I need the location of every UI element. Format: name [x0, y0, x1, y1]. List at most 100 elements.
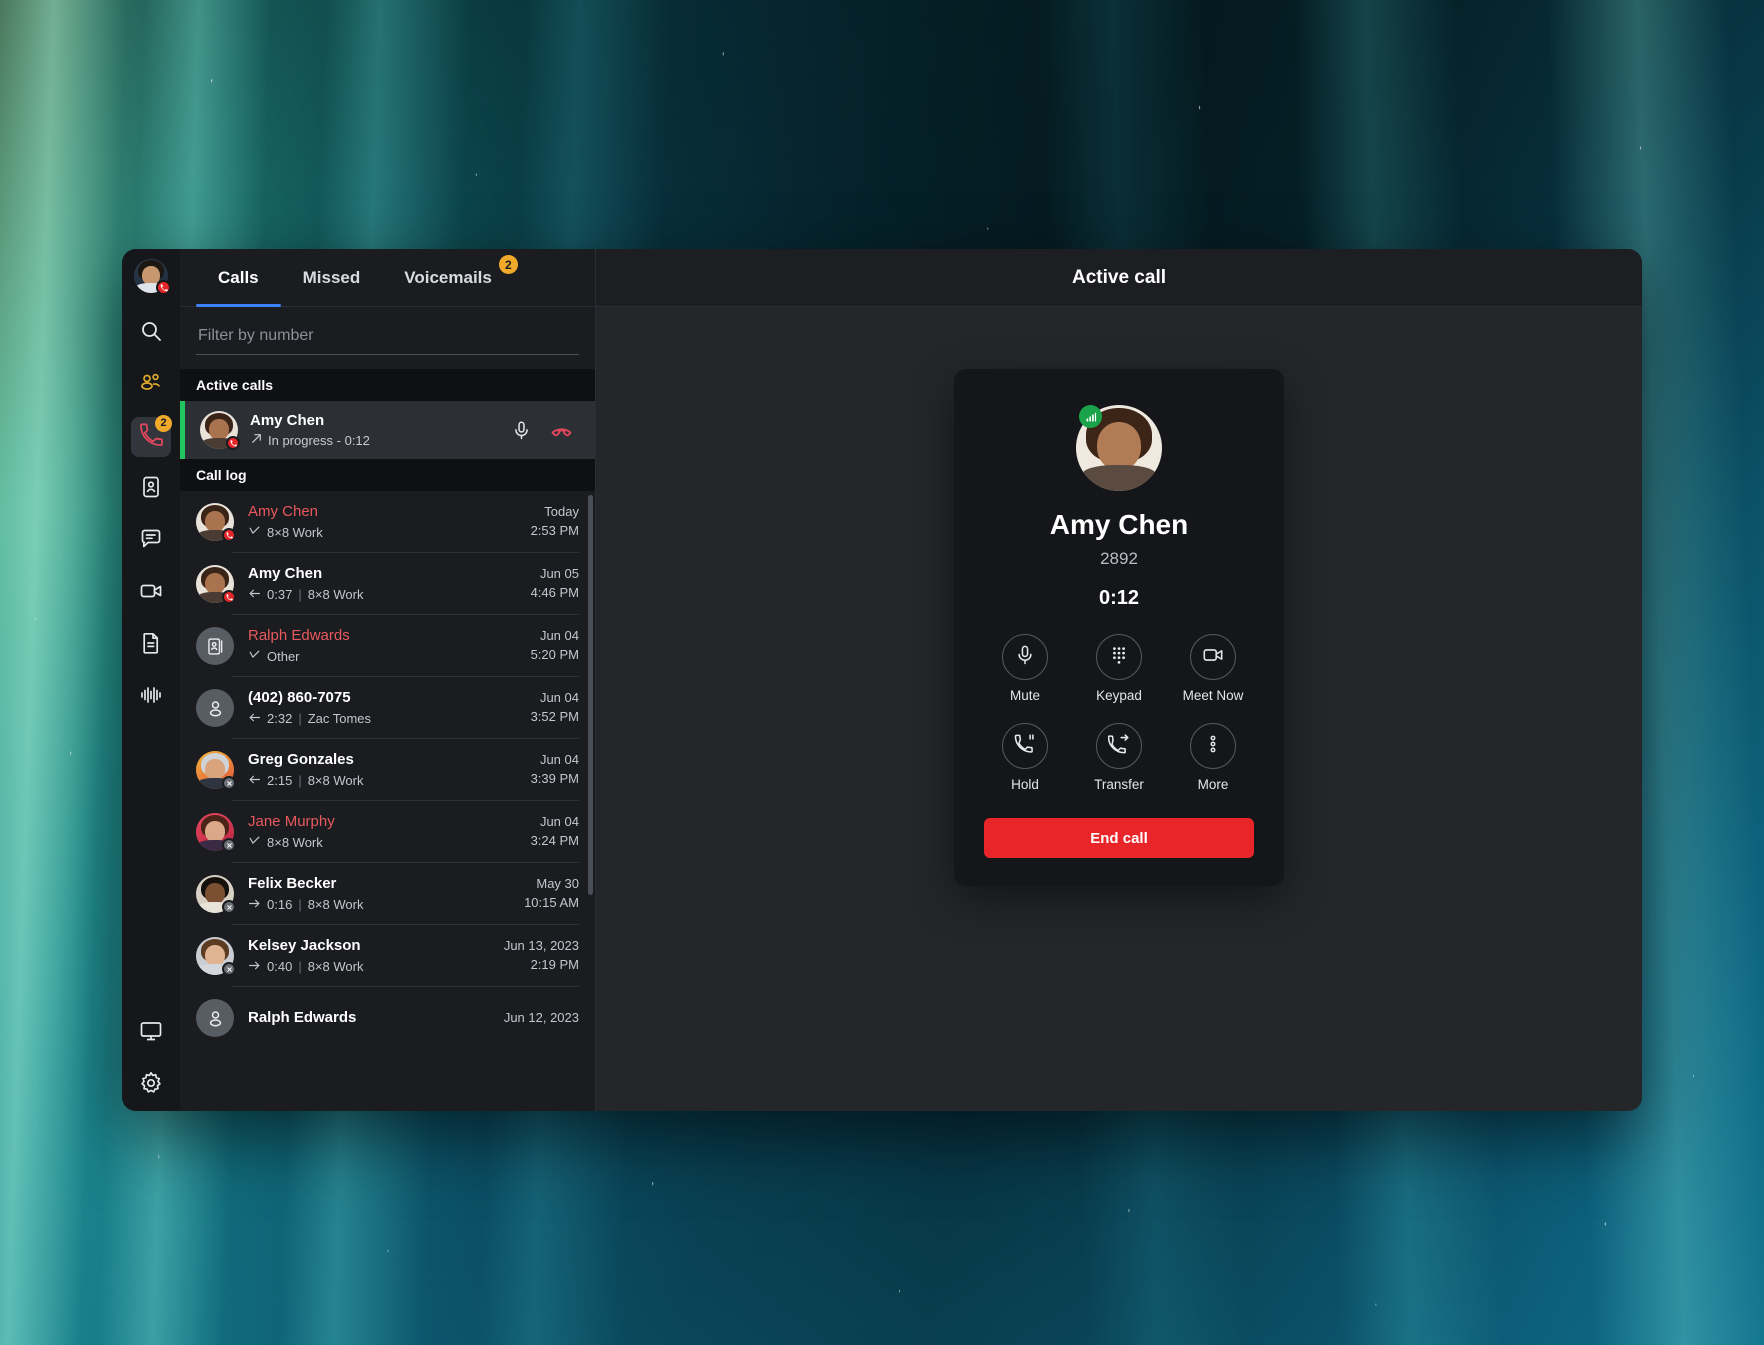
call-line: 8×8 Work — [267, 525, 323, 541]
call-log-list: Amy Chen 8×8 Work Today 2:53 PM Amy Chen 0:37… — [180, 491, 595, 1049]
more-button[interactable]: More — [1172, 723, 1254, 792]
call-log-name: Amy Chen — [248, 503, 319, 521]
video-icon — [139, 579, 163, 608]
call-date: Jun 12, 2023 — [503, 1009, 579, 1025]
call-log-name: Greg Gonzales — [248, 751, 354, 769]
sidebar-item-meetings[interactable] — [131, 573, 171, 613]
call-log-detail: 8×8 Work — [248, 525, 531, 541]
call-log-detail: 2:15 | 8×8 Work — [248, 773, 531, 789]
call-duration: 2:32 — [267, 711, 293, 727]
call-log-row[interactable]: Felix Becker 0:16 | 8×8 Work May 30 10:15 AM — [180, 863, 595, 925]
active-call-row[interactable]: Amy Chen In progress - 0:12 — [180, 401, 595, 459]
active-call-avatar — [200, 411, 240, 450]
transfer-label: Transfer — [1094, 777, 1144, 792]
call-log-avatar — [196, 565, 236, 604]
on-call-status-badge — [222, 528, 236, 542]
sidebar-item-calls[interactable]: 2 — [131, 415, 172, 457]
call-log-row[interactable]: Kelsey Jackson 0:40 | 8×8 Work Jun 13, 2023 2… — [180, 925, 595, 987]
call-time: 3:24 PM — [530, 833, 579, 848]
active-call-texts: Amy Chen In progress - 0:12 — [250, 412, 511, 449]
microphone-icon[interactable] — [511, 420, 532, 441]
call-log-avatar — [196, 503, 236, 542]
main-header: Active call — [596, 249, 1642, 307]
sidebar-item-search[interactable] — [131, 313, 171, 353]
contact-card-icon — [139, 475, 163, 504]
active-call-status-row: In progress - 0:12 — [250, 432, 511, 448]
call-date: Jun 05 — [539, 566, 579, 582]
call-log-main: Felix Becker 0:16 | 8×8 Work — [248, 875, 524, 913]
call-line: 8×8 Work — [307, 773, 364, 789]
tab-voicemails-label: Voicemails — [404, 267, 492, 287]
mute-label: Mute — [1009, 688, 1040, 703]
active-calls-header: Active calls — [180, 369, 595, 401]
keypad-button[interactable]: Keypad — [1078, 634, 1160, 703]
call-log-timestamp: Jun 05 4:46 PM — [531, 565, 579, 603]
offline-status-badge — [222, 962, 236, 976]
call-log-name: Jane Murphy — [248, 813, 335, 831]
call-log-row[interactable]: Amy Chen 0:37 | 8×8 Work Jun 05 4:46 PM — [180, 553, 595, 615]
main-body: Amy Chen 2892 0:12 Mute Keypad Meet Now … — [596, 307, 1642, 1111]
generic-person-avatar — [196, 999, 234, 1037]
on-call-status-badge — [156, 280, 171, 295]
call-log-main: Ralph Edwards Other — [248, 627, 531, 665]
mute-button[interactable]: Mute — [984, 634, 1066, 703]
person-icon — [209, 1010, 221, 1027]
call-time: 2:53 PM — [530, 523, 579, 538]
call-time: 3:39 PM — [530, 771, 579, 786]
meet-now-button[interactable]: Meet Now — [1172, 634, 1254, 703]
transfer-button[interactable]: Transfer — [1078, 723, 1160, 792]
end-call-button[interactable]: End call — [984, 818, 1254, 858]
call-log-row[interactable]: Ralph Edwards Jun 12, 2023 — [180, 987, 595, 1049]
tab-voicemails[interactable]: Voicemails 2 — [382, 249, 518, 306]
call-log-name: Amy Chen — [248, 565, 323, 583]
call-log-scroll-area[interactable]: Amy Chen 8×8 Work Today 2:53 PM Amy Chen 0:37… — [180, 491, 595, 1111]
on-call-status-badge — [226, 436, 240, 450]
call-log-name: Felix Becker — [248, 875, 337, 893]
call-duration: 0:37 — [267, 587, 293, 603]
call-timer: 0:12 — [1098, 587, 1140, 609]
hangup-icon[interactable] — [550, 419, 573, 442]
call-log-main: Greg Gonzales 2:15 | 8×8 Work — [248, 751, 531, 789]
search-icon — [139, 319, 163, 348]
incoming-arrow-icon — [248, 587, 261, 603]
generic-person-avatar — [196, 689, 234, 727]
keypad-label: Keypad — [1096, 688, 1142, 703]
sidebar-item-devices[interactable] — [131, 1013, 171, 1053]
tab-missed[interactable]: Missed — [281, 249, 383, 306]
chat-icon — [139, 527, 163, 556]
call-log-row[interactable]: Greg Gonzales 2:15 | 8×8 Work Jun 04 3:39 PM — [180, 739, 595, 801]
call-date: Jun 04 — [539, 690, 579, 706]
call-contact-name: Amy Chen — [1049, 509, 1189, 540]
sidebar-item-messages[interactable] — [131, 521, 171, 561]
call-log-row[interactable]: (402) 860-7075 2:32 | Zac Tomes Jun 04 3:52 P… — [180, 677, 595, 739]
filter-input[interactable] — [196, 323, 579, 355]
call-log-detail: Other — [248, 649, 531, 665]
more-label: More — [1197, 777, 1229, 792]
call-duration: 0:16 — [267, 897, 293, 913]
active-call-actions — [511, 419, 583, 442]
call-date: Jun 04 — [539, 628, 579, 644]
calls-badge: 2 — [155, 415, 172, 432]
scrollbar[interactable] — [588, 495, 593, 895]
sidebar-item-recordings[interactable] — [131, 677, 171, 717]
call-log-timestamp: Jun 13, 2023 2:19 PM — [504, 937, 579, 975]
contact-card-avatar — [196, 627, 234, 665]
sidebar-item-settings[interactable] — [131, 1065, 171, 1105]
sidebar-item-contacts-group[interactable] — [131, 365, 171, 405]
call-log-row[interactable]: Ralph Edwards Other Jun 04 5:20 PM — [180, 615, 595, 677]
sidebar-item-contacts[interactable] — [131, 469, 171, 509]
call-log-row[interactable]: Amy Chen 8×8 Work Today 2:53 PM — [180, 491, 595, 553]
sidebar-item-files[interactable] — [131, 625, 171, 665]
app-window: 2 Calls Missed Voicemails 2 Filter by nu… — [122, 249, 1642, 1111]
call-log-name: Kelsey Jackson — [248, 937, 361, 955]
offline-status-badge — [222, 776, 236, 790]
user-avatar[interactable] — [134, 259, 171, 295]
call-log-detail: 2:32 | Zac Tomes — [248, 711, 531, 727]
tab-calls[interactable]: Calls — [196, 249, 281, 307]
tab-missed-label: Missed — [302, 267, 361, 287]
hold-button[interactable]: Hold — [984, 723, 1066, 792]
call-log-row[interactable]: Jane Murphy 8×8 Work Jun 04 3:24 PM — [180, 801, 595, 863]
call-log-timestamp: Jun 04 5:20 PM — [531, 627, 579, 665]
on-call-status-badge — [222, 590, 236, 604]
waveform-icon — [139, 683, 163, 712]
